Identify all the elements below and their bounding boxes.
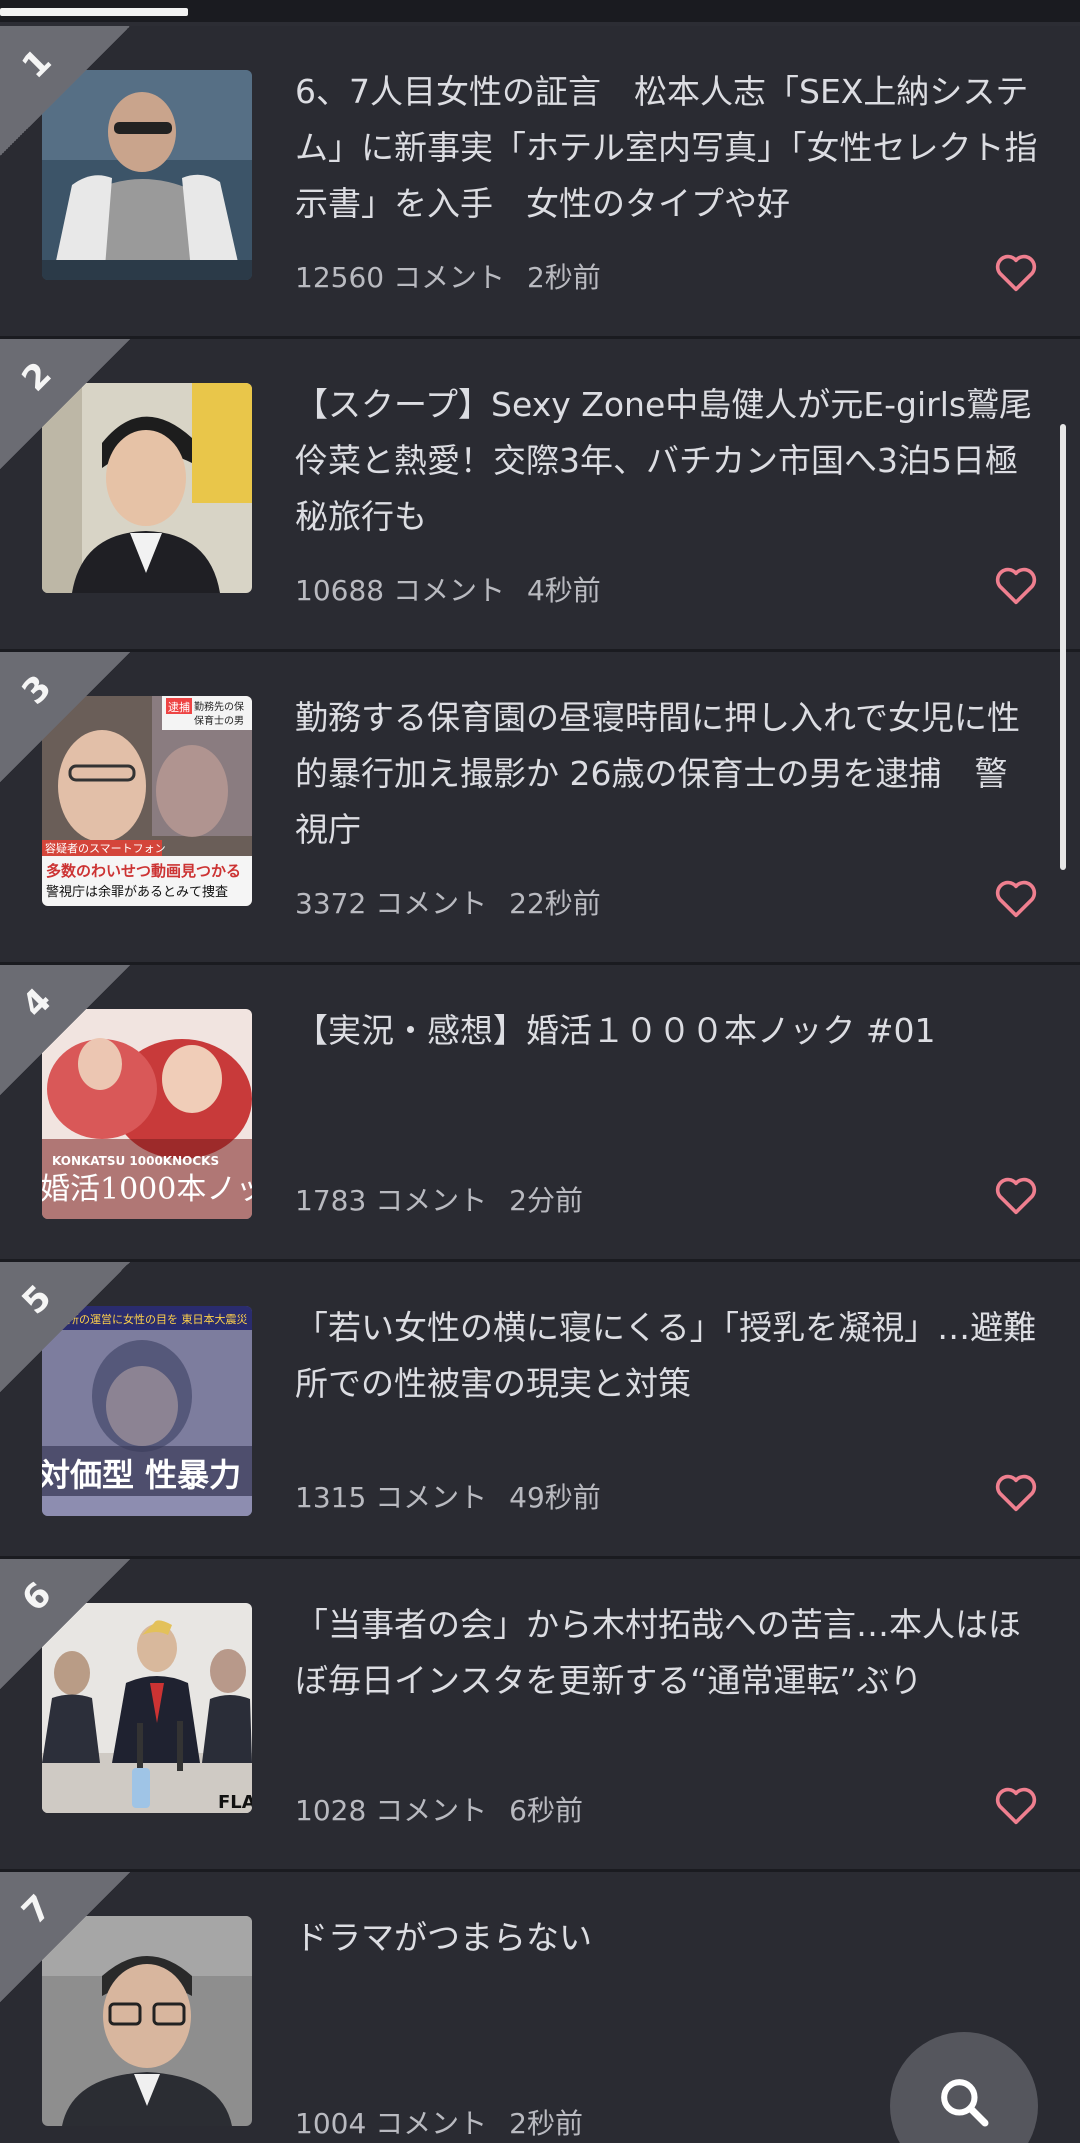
article-row[interactable]: 2 【スクープ】Sexy Zone中島健人が元E-girls鷲尾伶菜と熱愛！交際… xyxy=(0,339,1080,652)
heart-outline-icon[interactable] xyxy=(994,1472,1038,1512)
comment-count: 1028 コメント xyxy=(295,1794,488,1827)
article-title[interactable]: 【スクープ】Sexy Zone中島健人が元E-girls鷲尾伶菜と熱愛！交際3年… xyxy=(295,377,1040,545)
heart-outline-icon[interactable] xyxy=(994,565,1038,605)
post-time: 6秒前 xyxy=(509,1794,583,1827)
broadcast-caption: 容疑者のスマートフォン xyxy=(45,841,166,855)
article-meta: 3372 コメント 22秒前 xyxy=(295,882,601,922)
article-list: 1 6、7人目女性の証言 松本人志「SEX上納システム」に新事実「ホテル室内写真… xyxy=(0,26,1080,2143)
comment-count: 10688 コメント xyxy=(295,574,505,607)
rank-number: 6 xyxy=(14,1574,60,1620)
comment-count: 1315 コメント xyxy=(295,1481,488,1514)
article-row[interactable]: 1 6、7人目女性の証言 松本人志「SEX上納システム」に新事実「ホテル室内写真… xyxy=(0,26,1080,339)
rank-badge: 2 xyxy=(0,339,130,469)
active-tab-indicator xyxy=(0,8,188,16)
rank-number: 7 xyxy=(14,1887,60,1933)
article-title[interactable]: 勤務する保育園の昼寝時間に押し入れで女児に性的暴行加え撮影か 26歳の保育士の男… xyxy=(295,690,1040,858)
rank-badge: 6 xyxy=(0,1559,130,1689)
broadcast-caption: 対価型 性暴力 xyxy=(42,1456,241,1494)
article-meta: 1004 コメント 2秒前 xyxy=(295,2102,583,2142)
rank-number: 5 xyxy=(14,1277,60,1323)
search-icon xyxy=(941,2079,989,2127)
tab-strip xyxy=(0,0,1080,22)
post-time: 49秒前 xyxy=(509,1481,601,1514)
media-logo: FLA xyxy=(218,1792,252,1813)
post-time: 2分前 xyxy=(509,1184,583,1217)
article-title[interactable]: 「当事者の会」から木村拓哉への苦言…本人はほぼ毎日インスタを更新する“通常運転”… xyxy=(295,1597,1040,1709)
article-meta: 12560 コメント 2秒前 xyxy=(295,256,601,296)
article-meta: 10688 コメント 4秒前 xyxy=(295,569,601,609)
comment-count: 3372 コメント xyxy=(295,887,488,920)
heart-outline-icon[interactable] xyxy=(994,252,1038,292)
news-ranking-screen: 1 6、7人目女性の証言 松本人志「SEX上納システム」に新事実「ホテル室内写真… xyxy=(0,0,1080,2143)
rank-badge: 7 xyxy=(0,1872,130,2002)
article-row[interactable]: 逮捕 勤務先の保 保育士の男 容疑者のスマートフォン 多数のわいせつ動画見つかる… xyxy=(0,652,1080,965)
article-meta: 1783 コメント 2分前 xyxy=(295,1179,583,1219)
rank-number: 4 xyxy=(14,980,60,1026)
article-meta: 1315 コメント 49秒前 xyxy=(295,1476,601,1516)
rank-number: 1 xyxy=(14,41,60,87)
rank-badge: 5 xyxy=(0,1262,130,1392)
heart-outline-icon[interactable] xyxy=(994,1175,1038,1215)
broadcast-caption: 多数のわいせつ動画見つかる xyxy=(46,862,241,880)
article-row[interactable]: FLA 6 「当事者の会」から木村拓哉への苦言…本人はほぼ毎日インスタを更新する… xyxy=(0,1559,1080,1872)
post-time: 2秒前 xyxy=(509,2107,583,2140)
comment-count: 1004 コメント xyxy=(295,2107,488,2140)
heart-outline-icon[interactable] xyxy=(994,1785,1038,1825)
rank-badge: 1 xyxy=(0,26,130,156)
broadcast-headline: 保育士の男 xyxy=(194,714,244,727)
rank-badge: 3 xyxy=(0,652,130,782)
comment-count: 1783 コメント xyxy=(295,1184,488,1217)
article-title[interactable]: 6、7人目女性の証言 松本人志「SEX上納システム」に新事実「ホテル室内写真」「… xyxy=(295,64,1040,232)
article-title[interactable]: ドラマがつまらない xyxy=(295,1910,1040,1966)
heart-outline-icon[interactable] xyxy=(994,878,1038,918)
article-meta: 1028 コメント 6秒前 xyxy=(295,1789,583,1829)
broadcast-tag: 逮捕 xyxy=(168,700,190,714)
scrollbar[interactable] xyxy=(1060,424,1066,870)
article-title[interactable]: 【実況・感想】婚活１０００本ノック #01 xyxy=(295,1003,1040,1059)
poster-subtitle: KONKATSU 1000KNOCKS xyxy=(52,1154,219,1168)
rank-badge: 4 xyxy=(0,965,130,1095)
article-row[interactable]: KONKATSU 1000KNOCKS 婚活1000本ノック 4 【実況・感想】… xyxy=(0,965,1080,1262)
article-row[interactable]: 避難所の運営に女性の目を 東日本大震災 対価型 性暴力 5 「若い女性の横に寝に… xyxy=(0,1262,1080,1559)
broadcast-caption: 警視庁は余罪があるとみて捜査 xyxy=(46,884,228,900)
broadcast-headline: 勤務先の保 xyxy=(194,700,244,713)
comment-count: 12560 コメント xyxy=(295,261,505,294)
rank-number: 2 xyxy=(14,354,60,400)
post-time: 22秒前 xyxy=(509,887,601,920)
poster-title: 婚活1000本ノック xyxy=(42,1172,252,1207)
article-title[interactable]: 「若い女性の横に寝にくる」「授乳を凝視」…避難所での性被害の現実と対策 xyxy=(295,1300,1040,1412)
post-time: 4秒前 xyxy=(526,574,601,607)
post-time: 2秒前 xyxy=(526,261,601,294)
rank-number: 3 xyxy=(14,667,60,713)
